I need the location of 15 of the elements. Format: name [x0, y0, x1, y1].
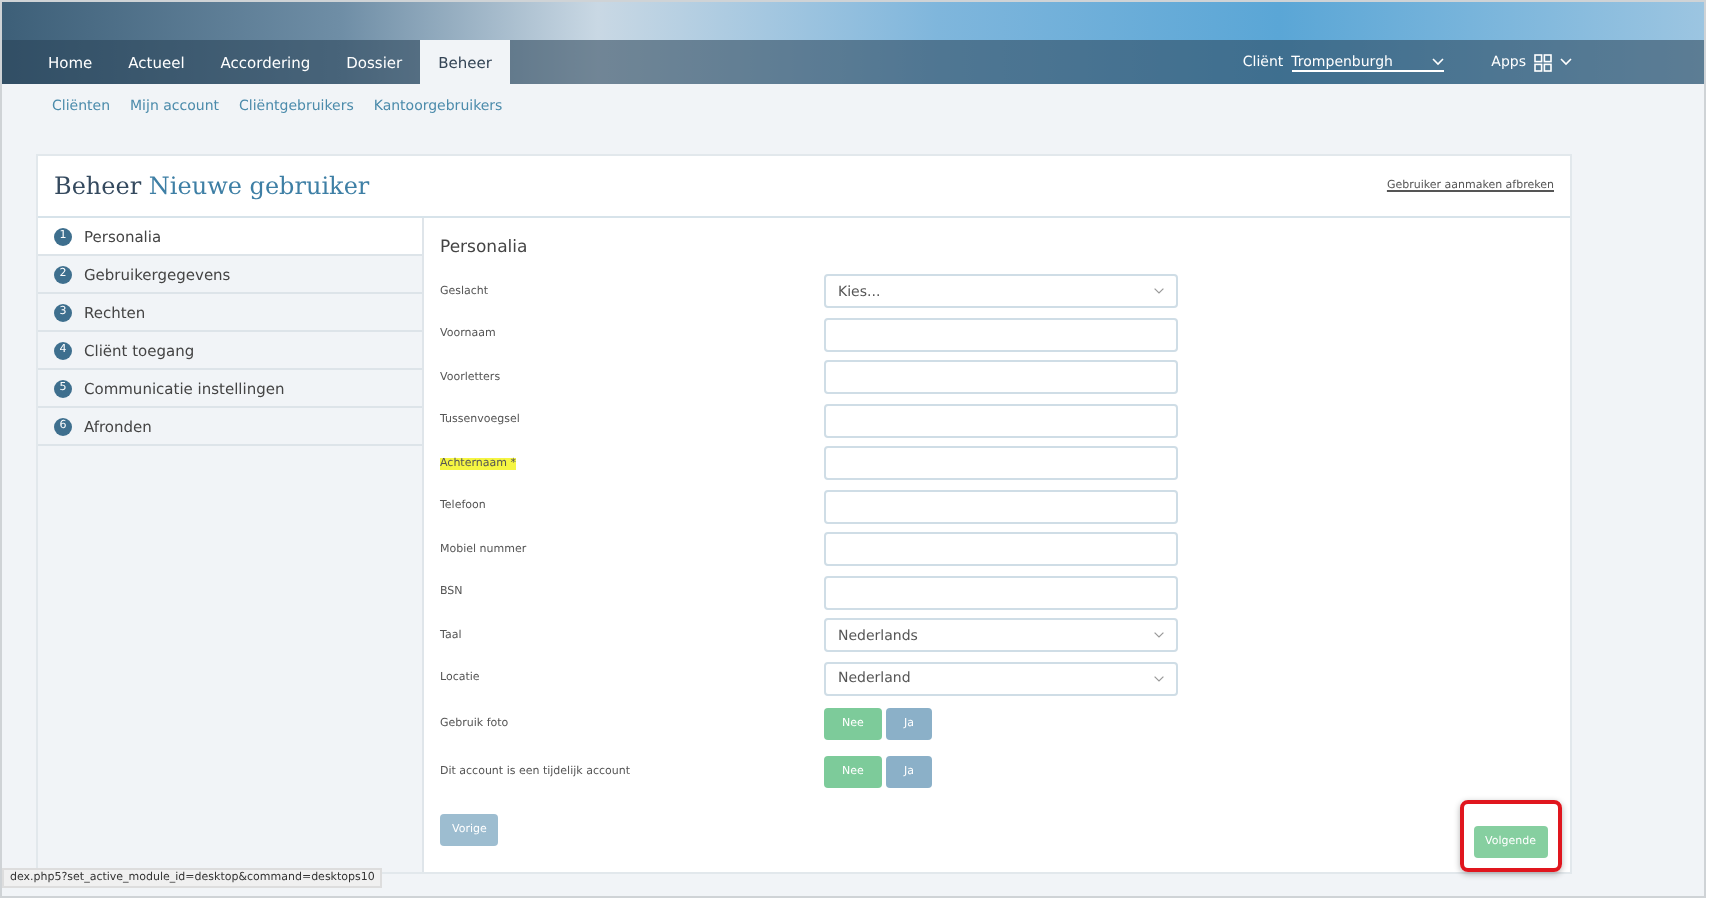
input-field[interactable] — [824, 489, 1178, 524]
chevron-icon[interactable] — [1431, 57, 1444, 65]
caret-icon[interactable] — [1560, 58, 1572, 66]
chevron-icon — [1154, 632, 1164, 639]
input-field[interactable] — [824, 360, 1178, 395]
section-heading: Personalia — [440, 238, 530, 258]
input-field[interactable] — [824, 575, 1178, 610]
page-title: Beheer Nieuwe gebruiker — [54, 172, 370, 200]
input-field[interactable] — [824, 532, 1178, 567]
input-field[interactable] — [824, 403, 1178, 438]
input-field[interactable] — [824, 446, 1178, 481]
input-field[interactable] — [824, 317, 1178, 352]
grid-icon[interactable] — [1534, 53, 1552, 71]
chevron-icon — [1154, 675, 1164, 682]
chevron-icon — [1154, 288, 1164, 295]
